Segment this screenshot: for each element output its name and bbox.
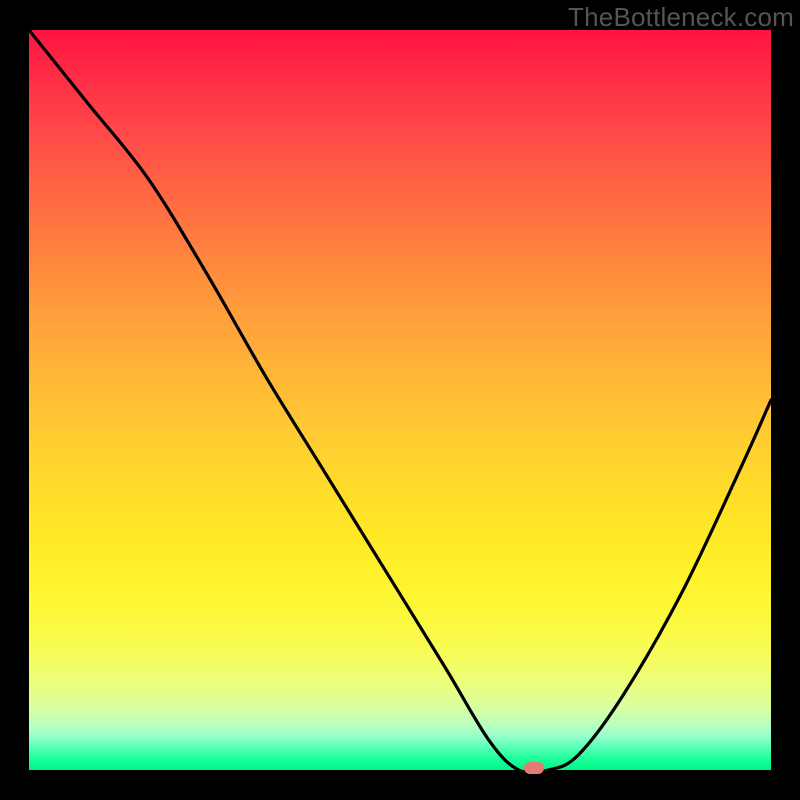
attribution-text: TheBottleneck.com	[568, 2, 794, 33]
plot-area	[29, 30, 771, 770]
chart-frame: TheBottleneck.com	[0, 0, 800, 800]
optimal-marker	[524, 762, 544, 774]
bottleneck-curve	[29, 30, 771, 770]
